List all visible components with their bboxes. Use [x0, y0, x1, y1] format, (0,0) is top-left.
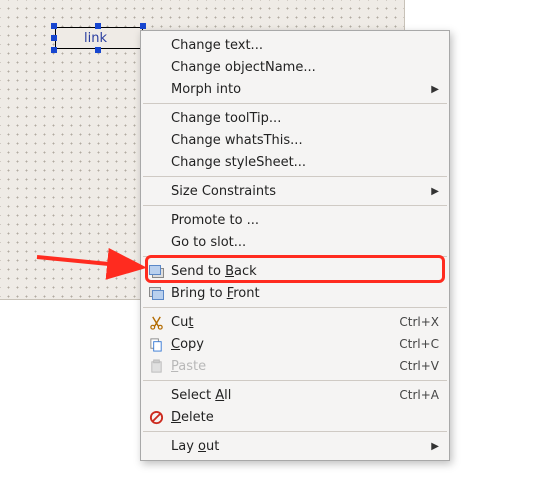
delete-icon: [147, 409, 165, 425]
resize-handle-bm[interactable]: [95, 47, 101, 53]
menu-change-whatsthis[interactable]: Change whatsThis...: [141, 129, 449, 151]
shortcut-label: Ctrl+X: [399, 315, 439, 329]
menu-label: Copy: [171, 337, 399, 352]
menu-label: Promote to ...: [171, 213, 439, 228]
menu-label: Cut: [171, 315, 399, 330]
shortcut-label: Ctrl+V: [399, 359, 439, 373]
blank-icon: [147, 59, 165, 75]
menu-label: Change objectName...: [171, 60, 439, 75]
menu-label: Morph into: [171, 82, 431, 97]
blank-icon: [147, 212, 165, 228]
menu-change-objectname[interactable]: Change objectName...: [141, 56, 449, 78]
menu-cut[interactable]: Cut Ctrl+X: [141, 311, 449, 333]
resize-handle-tm[interactable]: [95, 23, 101, 29]
menu-separator: [143, 431, 447, 432]
menu-lay-out[interactable]: Lay out ▶: [141, 435, 449, 457]
resize-handle-ml[interactable]: [51, 35, 57, 41]
copy-icon: [147, 336, 165, 352]
menu-label: Paste: [171, 359, 399, 374]
menu-label: Lay out: [171, 439, 431, 454]
resize-handle-tl[interactable]: [51, 23, 57, 29]
bring-to-front-icon: [147, 285, 165, 301]
menu-delete[interactable]: Delete: [141, 406, 449, 428]
blank-icon: [147, 81, 165, 97]
link-label-widget[interactable]: link: [55, 27, 143, 49]
menu-label: Delete: [171, 410, 439, 425]
menu-morph-into[interactable]: Morph into ▶: [141, 78, 449, 100]
menu-separator: [143, 205, 447, 206]
blank-icon: [147, 37, 165, 53]
menu-size-constraints[interactable]: Size Constraints ▶: [141, 180, 449, 202]
blank-icon: [147, 154, 165, 170]
shortcut-label: Ctrl+C: [399, 337, 439, 351]
menu-label: Change toolTip...: [171, 111, 439, 126]
send-to-back-icon: [147, 263, 165, 279]
menu-separator: [143, 307, 447, 308]
submenu-arrow-icon: ▶: [431, 84, 439, 95]
menu-separator: [143, 176, 447, 177]
menu-label: Send to Back: [171, 264, 439, 279]
menu-separator: [143, 256, 447, 257]
menu-label: Size Constraints: [171, 184, 431, 199]
shortcut-label: Ctrl+A: [399, 388, 439, 402]
context-menu: Change text... Change objectName... Morp…: [140, 30, 450, 461]
blank-icon: [147, 132, 165, 148]
submenu-arrow-icon: ▶: [431, 186, 439, 197]
menu-promote-to[interactable]: Promote to ...: [141, 209, 449, 231]
menu-paste: Paste Ctrl+V: [141, 355, 449, 377]
menu-label: Go to slot...: [171, 235, 439, 250]
paste-icon: [147, 358, 165, 374]
blank-icon: [147, 234, 165, 250]
blank-icon: [147, 183, 165, 199]
blank-icon: [147, 387, 165, 403]
menu-copy[interactable]: Copy Ctrl+C: [141, 333, 449, 355]
menu-separator: [143, 103, 447, 104]
menu-send-to-back[interactable]: Send to Back: [141, 260, 449, 282]
menu-change-stylesheet[interactable]: Change styleSheet...: [141, 151, 449, 173]
menu-change-text[interactable]: Change text...: [141, 34, 449, 56]
blank-icon: [147, 110, 165, 126]
menu-label: Select All: [171, 388, 399, 403]
submenu-arrow-icon: ▶: [431, 441, 439, 452]
menu-label: Change whatsThis...: [171, 133, 439, 148]
menu-select-all[interactable]: Select All Ctrl+A: [141, 384, 449, 406]
cut-icon: [147, 314, 165, 330]
resize-handle-tr[interactable]: [140, 23, 146, 29]
menu-separator: [143, 380, 447, 381]
menu-bring-to-front[interactable]: Bring to Front: [141, 282, 449, 304]
resize-handle-bl[interactable]: [51, 47, 57, 53]
menu-label: Change text...: [171, 38, 439, 53]
blank-icon: [147, 438, 165, 454]
link-label-text: link: [84, 31, 107, 46]
menu-go-to-slot[interactable]: Go to slot...: [141, 231, 449, 253]
menu-label: Bring to Front: [171, 286, 439, 301]
menu-label: Change styleSheet...: [171, 155, 439, 170]
menu-change-tooltip[interactable]: Change toolTip...: [141, 107, 449, 129]
